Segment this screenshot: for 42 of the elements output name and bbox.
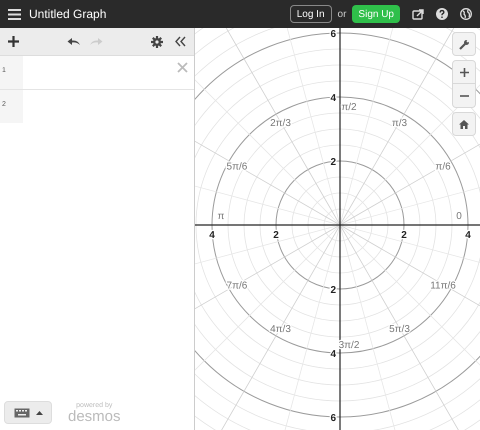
- settings-icon[interactable]: [151, 36, 163, 48]
- y-axis-label: 6: [330, 29, 336, 40]
- angle-label: π/3: [392, 118, 408, 129]
- angle-label: 0: [456, 211, 462, 222]
- graph-title[interactable]: Untitled Graph: [29, 5, 106, 23]
- help-icon[interactable]: [436, 8, 448, 20]
- share-icon[interactable]: [412, 8, 424, 20]
- home-icon: [459, 120, 469, 128]
- globe-icon[interactable]: [460, 8, 472, 20]
- minus-icon: [460, 94, 468, 96]
- caret-icon: [36, 410, 42, 414]
- x-axis-label: 4: [209, 230, 215, 241]
- desmos-logo-text: desmos: [68, 409, 121, 424]
- add-icon[interactable]: [8, 36, 19, 47]
- angle-label: π/2: [341, 102, 357, 113]
- angle-label: 7π/6: [226, 280, 248, 292]
- undo-icon[interactable]: [67, 37, 81, 46]
- angle-label: 4π/3: [270, 324, 291, 336]
- home-button[interactable]: [452, 112, 476, 136]
- angle-label: 2π/3: [270, 118, 291, 129]
- wrench-icon: [458, 38, 470, 50]
- x-axis-label: 2: [273, 230, 279, 241]
- angle-label: π: [218, 211, 224, 222]
- y-axis-label: 4: [330, 93, 336, 104]
- y-axis-label: 2: [330, 285, 336, 296]
- keyboard-icon: [14, 408, 30, 418]
- y-axis-label: 4: [330, 349, 336, 360]
- settings-wrench-button[interactable]: [452, 32, 476, 56]
- angle-label: 5π/3: [389, 324, 410, 336]
- login-button[interactable]: Log In: [290, 5, 332, 23]
- or-text: or: [338, 8, 346, 22]
- angle-label: π/6: [435, 162, 451, 172]
- collapse-icon[interactable]: [175, 36, 186, 47]
- angle-label: 5π/6: [226, 162, 248, 172]
- keypad-button[interactable]: [4, 401, 52, 424]
- x-axis-label: 4: [465, 230, 471, 241]
- y-axis-label: 2: [330, 157, 336, 168]
- plus-icon: [460, 68, 468, 76]
- menu-icon[interactable]: [8, 8, 21, 20]
- y-axis-label: 6: [330, 413, 336, 424]
- zoom-in-button[interactable]: [452, 60, 476, 84]
- x-axis-label: 2: [401, 230, 407, 241]
